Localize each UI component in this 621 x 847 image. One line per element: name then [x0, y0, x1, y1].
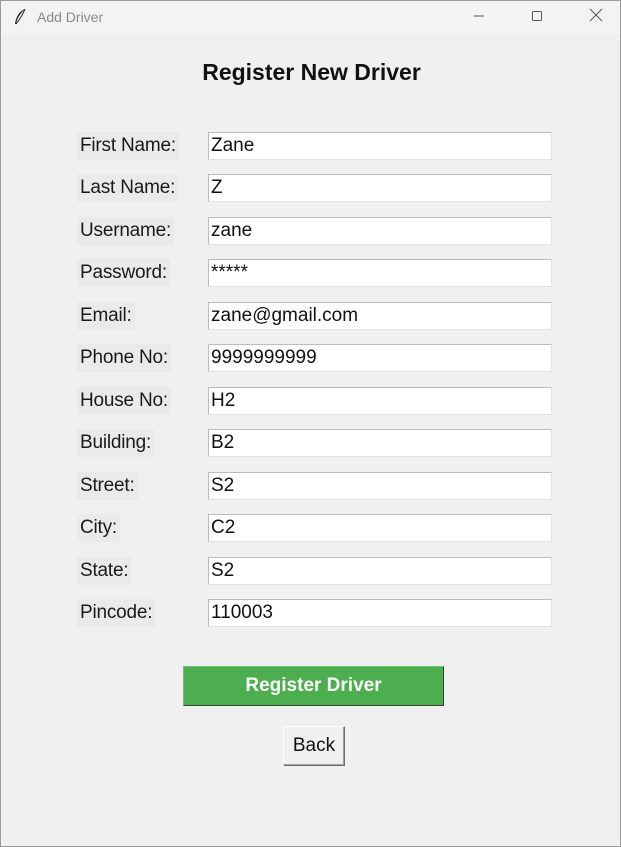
minimize-icon — [473, 9, 485, 27]
pincode-label: Pincode: — [77, 599, 156, 627]
form-row-street: Street: — [1, 472, 620, 500]
back-button-label: Back — [292, 735, 336, 756]
form-row-pincode: Pincode: — [1, 599, 620, 627]
phone-input[interactable] — [208, 344, 552, 372]
building-input[interactable] — [208, 429, 552, 457]
password-label: Password: — [77, 259, 170, 287]
city-input[interactable] — [208, 514, 552, 542]
form-row-state: State: — [1, 557, 620, 585]
username-input[interactable] — [208, 217, 552, 245]
house-no-input[interactable] — [208, 387, 552, 415]
window-title: Add Driver — [37, 9, 104, 25]
state-label: State: — [77, 557, 132, 585]
form-row-password: Password: — [1, 259, 620, 287]
minimize-button[interactable] — [450, 1, 508, 34]
back-button[interactable]: Back — [283, 726, 345, 766]
form-row-username: Username: — [1, 217, 620, 245]
first-name-input[interactable] — [208, 132, 552, 160]
add-driver-window: Add Driver Register New Driver First Nam… — [0, 0, 621, 847]
house-no-label: House No: — [77, 387, 171, 415]
form-row-phone: Phone No: — [1, 344, 620, 372]
email-label: Email: — [77, 302, 135, 330]
street-input[interactable] — [208, 472, 552, 500]
feather-icon — [13, 8, 27, 26]
password-input[interactable] — [208, 259, 552, 287]
close-button[interactable] — [567, 1, 620, 34]
close-icon — [589, 8, 603, 27]
register-driver-button-label: Register Driver — [245, 675, 382, 696]
city-label: City: — [77, 514, 121, 542]
building-label: Building: — [77, 429, 155, 457]
form-row-city: City: — [1, 514, 620, 542]
form-row-building: Building: — [1, 429, 620, 457]
phone-label: Phone No: — [77, 344, 171, 372]
register-driver-button[interactable]: Register Driver — [183, 666, 444, 706]
last-name-label: Last Name: — [77, 174, 179, 202]
username-label: Username: — [77, 217, 175, 245]
maximize-button[interactable] — [508, 1, 566, 34]
form-row-house-no: House No: — [1, 387, 620, 415]
form-row-last-name: Last Name: — [1, 174, 620, 202]
last-name-input[interactable] — [208, 174, 552, 202]
first-name-label: First Name: — [77, 132, 179, 160]
maximize-icon — [531, 9, 543, 27]
form-row-email: Email: — [1, 302, 620, 330]
pincode-input[interactable] — [208, 599, 552, 627]
page-title: Register New Driver — [202, 59, 421, 85]
form-row-first-name: First Name: — [1, 132, 620, 160]
street-label: Street: — [77, 472, 138, 500]
title-bar[interactable]: Add Driver — [1, 1, 620, 34]
email-input[interactable] — [208, 302, 552, 330]
state-input[interactable] — [208, 557, 552, 585]
